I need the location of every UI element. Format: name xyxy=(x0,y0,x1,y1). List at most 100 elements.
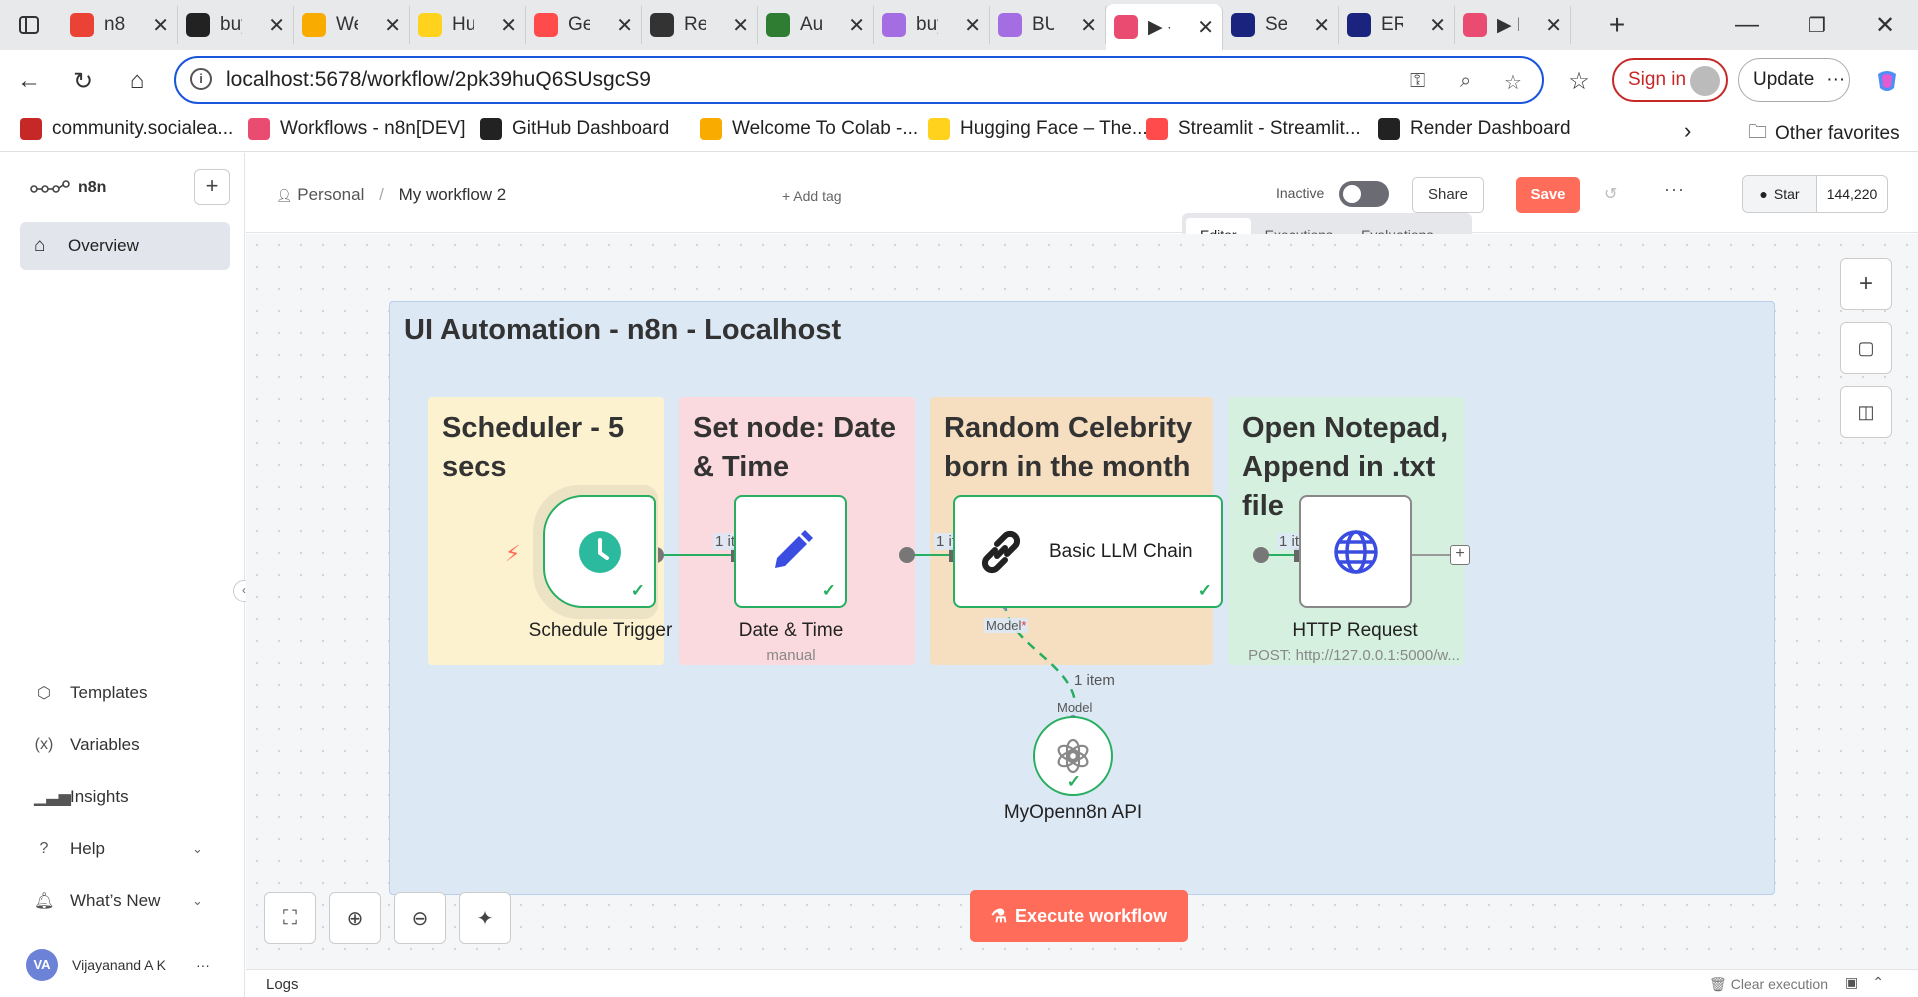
close-tab-icon[interactable]: ✕ xyxy=(1429,13,1446,38)
close-tab-icon[interactable]: ✕ xyxy=(1197,15,1214,40)
close-tab-icon[interactable]: ✕ xyxy=(1313,13,1330,38)
basic-llm-chain-node[interactable]: Basic LLM Chain ✓ xyxy=(953,495,1223,608)
close-tab-icon[interactable]: ✕ xyxy=(616,13,633,38)
workflow-name[interactable]: My workflow 2 xyxy=(399,185,507,204)
http-request-node[interactable] xyxy=(1299,495,1412,608)
n8n-app: n8n + ⌂ Overview ⬡ Templates (x) Variabl… xyxy=(0,153,1918,997)
sticky-note-icon[interactable]: ▢ xyxy=(1840,322,1892,374)
active-toggle[interactable] xyxy=(1339,181,1389,207)
output-handle[interactable] xyxy=(1253,547,1269,563)
browser-tab[interactable]: Ren ✕ xyxy=(642,6,758,44)
password-key-icon[interactable]: ⚿ xyxy=(1410,70,1425,93)
copilot-icon[interactable] xyxy=(1870,64,1904,98)
zoom-in-icon[interactable]: ⊕ xyxy=(329,892,381,944)
openai-model-node[interactable]: ✓ xyxy=(1033,716,1113,796)
browser-tab[interactable]: BU ✕ xyxy=(990,6,1106,44)
home-icon[interactable]: ⌂ xyxy=(120,64,154,98)
openai-icon xyxy=(1057,738,1089,774)
bookmark-item[interactable]: Streamlit - Streamlit... xyxy=(1146,118,1361,140)
sticky-note-group[interactable]: UI Automation - n8n - Localhost Schedule… xyxy=(389,301,1775,895)
close-tab-icon[interactable]: ✕ xyxy=(268,13,285,38)
node-label: MyOpenn8n API xyxy=(1003,802,1143,823)
browser-tab[interactable]: n8n ✕ xyxy=(62,6,178,44)
browser-tab[interactable]: Hu ✕ xyxy=(410,6,526,44)
bookmark-item[interactable]: Hugging Face – The... xyxy=(928,118,1148,140)
url-field[interactable]: i localhost:5678/workflow/2pk39huQ6SUsgc… xyxy=(174,56,1544,104)
browser-tab[interactable]: ▶ N ✕ xyxy=(1455,6,1571,44)
close-tab-icon[interactable]: ✕ xyxy=(964,13,981,38)
bookmark-item[interactable]: GitHub Dashboard xyxy=(480,118,669,140)
add-tag-button[interactable]: + Add tag xyxy=(782,188,842,204)
history-icon[interactable]: ↺ xyxy=(1604,184,1617,204)
date-time-node[interactable]: ✓ xyxy=(734,495,847,608)
browser-tab[interactable]: We ✕ xyxy=(294,6,410,44)
bookmark-item[interactable]: Workflows - n8n[DEV] xyxy=(248,118,465,140)
zoom-icon[interactable]: ⌕ xyxy=(1460,70,1471,93)
sidebar-item-whats-new[interactable]: 🔔︎ What’s New ⌄ xyxy=(34,891,203,911)
user-more-icon[interactable]: ··· xyxy=(196,957,210,973)
browser-tab[interactable]: ▶ - ✕ xyxy=(1106,4,1223,50)
sidebar-item-variables[interactable]: (x) Variables xyxy=(34,735,140,755)
sidebar-item-templates[interactable]: ⬡ Templates xyxy=(34,683,147,703)
sidebar-item-overview[interactable]: ⌂ Overview xyxy=(20,222,230,270)
browser-tab[interactable]: buy ✕ xyxy=(874,6,990,44)
render-icon xyxy=(1378,118,1400,140)
bookmark-item[interactable]: community.socialea... xyxy=(20,118,233,140)
tab-actions-icon[interactable] xyxy=(12,8,46,42)
close-tab-icon[interactable]: ✕ xyxy=(732,13,749,38)
close-tab-icon[interactable]: ✕ xyxy=(1080,13,1097,38)
breadcrumb-project[interactable]: Personal xyxy=(297,185,364,204)
refresh-icon[interactable]: ↻ xyxy=(66,64,100,98)
new-tab-icon[interactable]: + xyxy=(1600,8,1634,42)
browser-tab[interactable]: Set ✕ xyxy=(1223,6,1339,44)
sign-in-button[interactable]: Sign in xyxy=(1612,58,1728,102)
schedule-trigger-node[interactable]: ✓ xyxy=(543,495,656,608)
more-options-icon[interactable]: ··· xyxy=(1664,179,1685,200)
output-handle[interactable] xyxy=(899,547,915,563)
clear-execution-label: Clear execution xyxy=(1730,976,1828,992)
clear-execution-button[interactable]: 🗑︎ Clear execution xyxy=(1709,976,1828,993)
logs-title: Logs xyxy=(266,976,299,993)
n8n-logo[interactable]: n8n xyxy=(30,179,106,197)
browser-tab[interactable]: ERI ✕ xyxy=(1339,6,1455,44)
close-tab-icon[interactable]: ✕ xyxy=(500,13,517,38)
browser-tab[interactable]: buy ✕ xyxy=(178,6,294,44)
restore-icon[interactable]: ❐ xyxy=(1800,8,1834,42)
add-node-button[interactable]: + xyxy=(1450,545,1470,565)
close-tab-icon[interactable]: ✕ xyxy=(848,13,865,38)
insights-icon: ▁▃▅ xyxy=(34,789,71,806)
logs-bar[interactable]: Logs 🗑︎ Clear execution ▣⌃ xyxy=(246,969,1918,997)
workflow-canvas[interactable]: UI Automation - n8n - Localhost Schedule… xyxy=(246,234,1918,969)
browser-tab[interactable]: Get ✕ xyxy=(526,6,642,44)
github-star-button[interactable]: ● Star 144,220 xyxy=(1742,175,1888,213)
favorites-icon[interactable]: ☆ xyxy=(1562,64,1596,98)
favorite-star-icon[interactable]: ☆ xyxy=(1504,70,1522,95)
close-tab-icon[interactable]: ✕ xyxy=(152,13,169,38)
render-icon xyxy=(650,13,674,37)
zoom-out-icon[interactable]: ⊖ xyxy=(394,892,446,944)
save-button[interactable]: Save xyxy=(1516,177,1580,213)
create-new-button[interactable]: + xyxy=(194,169,230,205)
add-node-icon[interactable]: + xyxy=(1840,258,1892,310)
minimize-icon[interactable]: — xyxy=(1730,8,1764,42)
fit-view-icon[interactable]: ⛶ xyxy=(264,892,316,944)
sidebar-item-help[interactable]: ? Help ⌄ xyxy=(34,839,203,859)
user-menu[interactable]: VA Vijayanand A K ··· xyxy=(26,949,210,981)
bookmark-item[interactable]: Welcome To Colab -... xyxy=(700,118,918,140)
update-button[interactable]: Update ··· xyxy=(1738,58,1850,102)
close-tab-icon[interactable]: ✕ xyxy=(384,13,401,38)
other-favorites[interactable]: 🗀 Other favorites xyxy=(1748,118,1900,150)
logs-panel-controls[interactable]: ▣⌃ xyxy=(1845,974,1898,991)
browser-tab[interactable]: Aut ✕ xyxy=(758,6,874,44)
panel-toggle-icon[interactable]: ◫ xyxy=(1840,386,1892,438)
tidy-up-icon[interactable]: ✦ xyxy=(459,892,511,944)
bookmarks-overflow-icon[interactable]: › xyxy=(1684,118,1691,144)
back-icon[interactable]: ← xyxy=(12,64,46,98)
bookmark-item[interactable]: Render Dashboard xyxy=(1378,118,1571,140)
close-tab-icon[interactable]: ✕ xyxy=(1545,13,1562,38)
share-button[interactable]: Share xyxy=(1412,177,1484,213)
close-window-icon[interactable]: ✕ xyxy=(1868,8,1902,42)
sidebar-item-insights[interactable]: ▁▃▅ Insights xyxy=(34,787,129,807)
site-info-icon[interactable]: i xyxy=(190,68,212,90)
execute-workflow-button[interactable]: ⚗︎ Execute workflow xyxy=(970,890,1188,942)
